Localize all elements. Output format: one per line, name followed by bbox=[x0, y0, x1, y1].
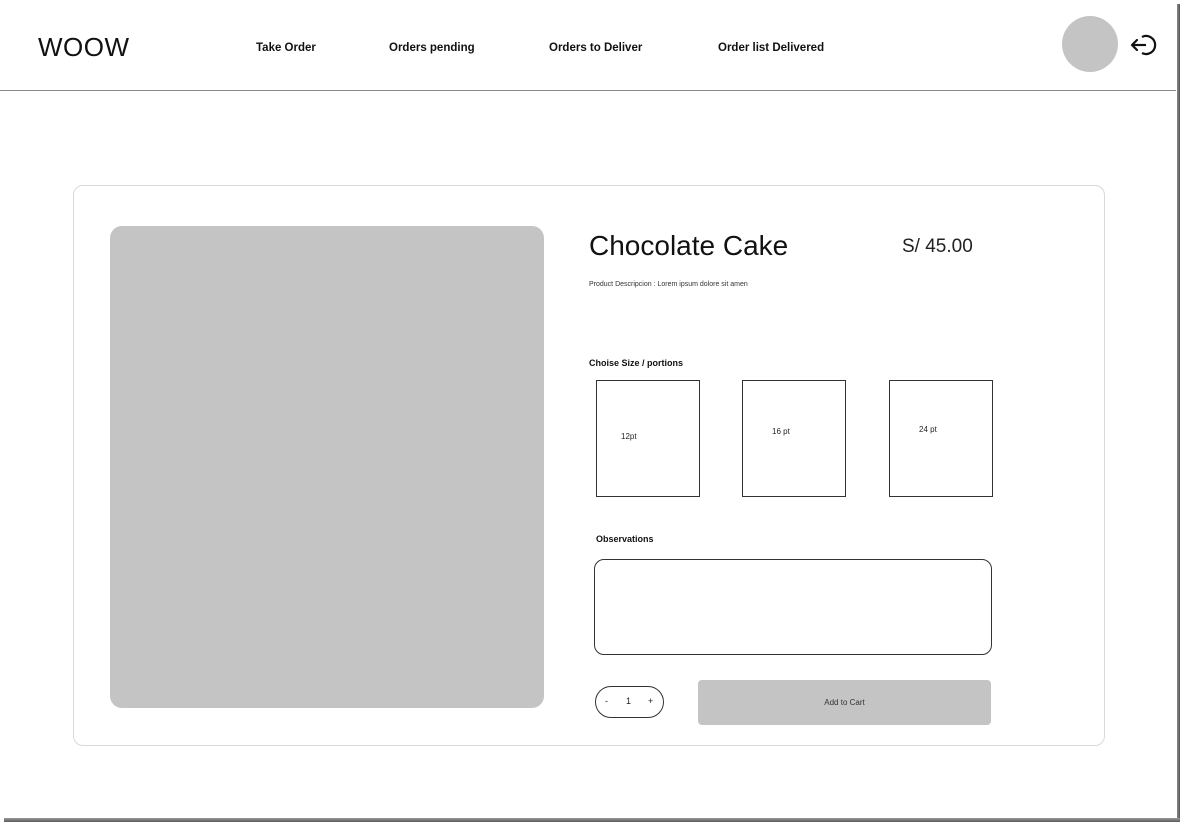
app-window: WOOW Take Order Orders pending Orders to… bbox=[0, 0, 1180, 822]
size-option-24pt[interactable]: 24 pt bbox=[889, 380, 993, 497]
size-section-label: Choise Size / portions bbox=[589, 358, 684, 368]
logout-icon[interactable] bbox=[1129, 30, 1163, 60]
product-card: Chocolate Cake S/ 45.00 Product Descripc… bbox=[73, 185, 1105, 746]
user-avatar[interactable] bbox=[1062, 16, 1118, 72]
quantity-decrement-button[interactable]: - bbox=[605, 696, 608, 706]
nav-orders-pending[interactable]: Orders pending bbox=[389, 42, 475, 54]
observations-label: Observations bbox=[596, 534, 654, 544]
quantity-value: 1 bbox=[626, 696, 632, 706]
add-to-cart-button[interactable]: Add to Cart bbox=[698, 680, 991, 725]
nav-orders-to-deliver[interactable]: Orders to Deliver bbox=[549, 42, 642, 54]
quantity-increment-button[interactable]: + bbox=[648, 696, 653, 706]
product-image-placeholder bbox=[110, 226, 544, 708]
window-shadow-bottom bbox=[4, 818, 1180, 822]
product-price: S/ 45.00 bbox=[902, 236, 973, 257]
quantity-stepper: - 1 + bbox=[595, 686, 664, 718]
brand-logo[interactable]: WOOW bbox=[38, 32, 130, 63]
nav-order-list-delivered[interactable]: Order list Delivered bbox=[718, 42, 824, 54]
product-description: Product Descripcion : Lorem ipsum dolore… bbox=[589, 281, 748, 288]
size-option-label: 24 pt bbox=[919, 425, 937, 434]
product-title: Chocolate Cake bbox=[589, 230, 789, 261]
size-option-16pt[interactable]: 16 pt bbox=[742, 380, 846, 497]
size-option-label: 16 pt bbox=[772, 427, 790, 436]
nav-take-order[interactable]: Take Order bbox=[256, 42, 316, 54]
top-navbar: WOOW Take Order Orders pending Orders to… bbox=[0, 0, 1176, 91]
size-option-label: 12pt bbox=[621, 432, 637, 441]
size-option-12pt[interactable]: 12pt bbox=[596, 380, 700, 497]
observations-input[interactable] bbox=[594, 559, 992, 655]
